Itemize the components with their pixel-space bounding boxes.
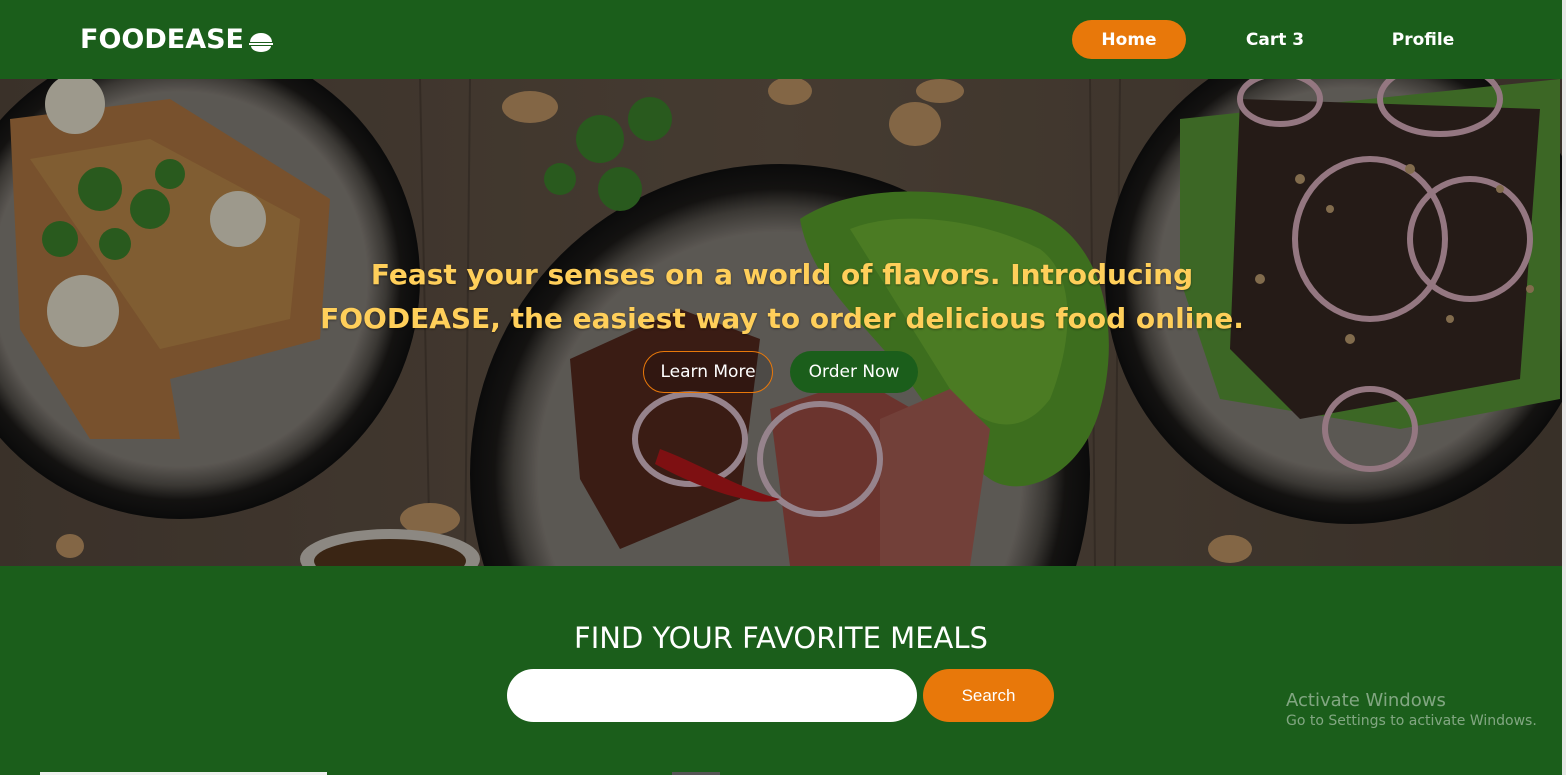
search-section: FIND YOUR FAVORITE MEALS Search [0, 566, 1562, 775]
search-button[interactable]: Search [923, 669, 1054, 722]
learn-more-button[interactable]: Learn More [643, 351, 773, 393]
nav-profile[interactable]: Profile [1372, 20, 1474, 59]
watermark-subtitle: Go to Settings to activate Windows. [1286, 713, 1537, 729]
bowl-icon [248, 29, 274, 52]
search-heading: FIND YOUR FAVORITE MEALS [574, 621, 988, 655]
nav-cart[interactable]: Cart 3 [1225, 20, 1325, 59]
navbar: FOODEASE Home Cart 3 Profile [0, 0, 1566, 79]
order-now-button[interactable]: Order Now [790, 351, 918, 393]
nav-home[interactable]: Home [1072, 20, 1186, 59]
hero-title: Feast your senses on a world of flavors.… [320, 258, 1244, 335]
hero-banner: Feast your senses on a world of flavors.… [0, 79, 1562, 566]
watermark-title: Activate Windows [1286, 690, 1446, 711]
search-input[interactable] [507, 669, 917, 722]
logo-text: FOODEASE [80, 24, 244, 55]
logo[interactable]: FOODEASE [80, 24, 274, 55]
windows-activation-watermark: Activate Windows Go to Settings to activ… [1286, 690, 1537, 729]
vertical-scrollbar[interactable] [1562, 0, 1566, 775]
